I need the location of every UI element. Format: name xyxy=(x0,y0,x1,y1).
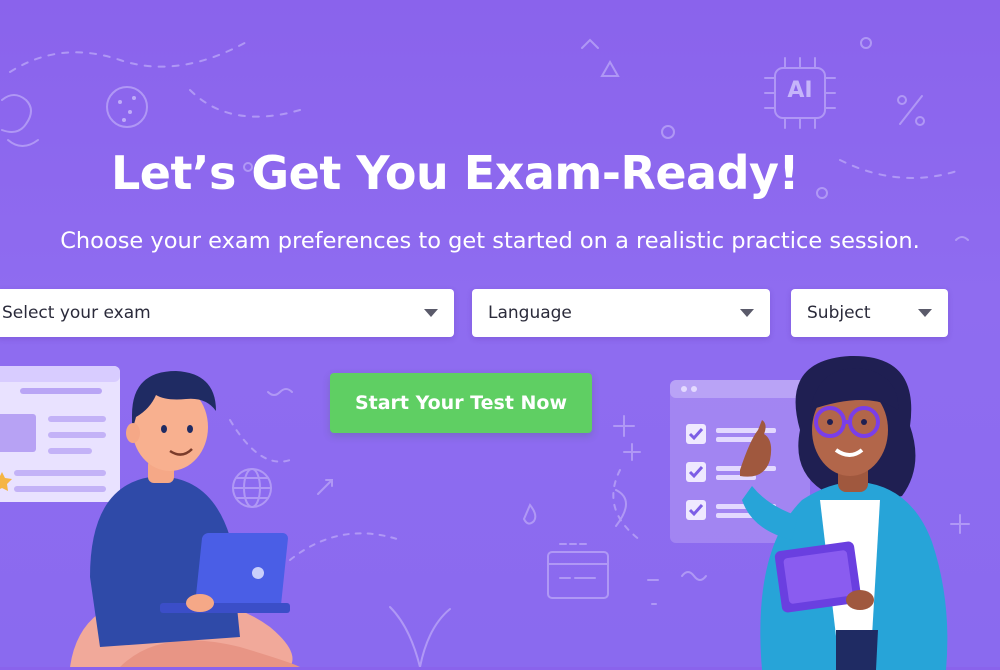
ai-chip-icon: AI xyxy=(787,78,813,103)
start-test-button[interactable]: Start Your Test Now xyxy=(330,373,592,433)
page-title: Let’s Get You Exam-Ready! xyxy=(111,146,800,200)
exam-select[interactable]: Select your exam xyxy=(0,289,454,337)
subject-select-value: Subject xyxy=(807,303,871,323)
subject-select[interactable]: Subject xyxy=(791,289,948,337)
student-with-laptop-illustration xyxy=(70,371,300,667)
language-select[interactable]: Language xyxy=(472,289,770,337)
chevron-down-icon xyxy=(424,309,438,317)
chevron-down-icon xyxy=(918,309,932,317)
exam-select-value: Select your exam xyxy=(2,303,151,323)
language-select-value: Language xyxy=(488,303,572,323)
teacher-illustration xyxy=(740,355,948,670)
chevron-down-icon xyxy=(740,309,754,317)
page-subtitle: Choose your exam preferences to get star… xyxy=(60,228,920,254)
